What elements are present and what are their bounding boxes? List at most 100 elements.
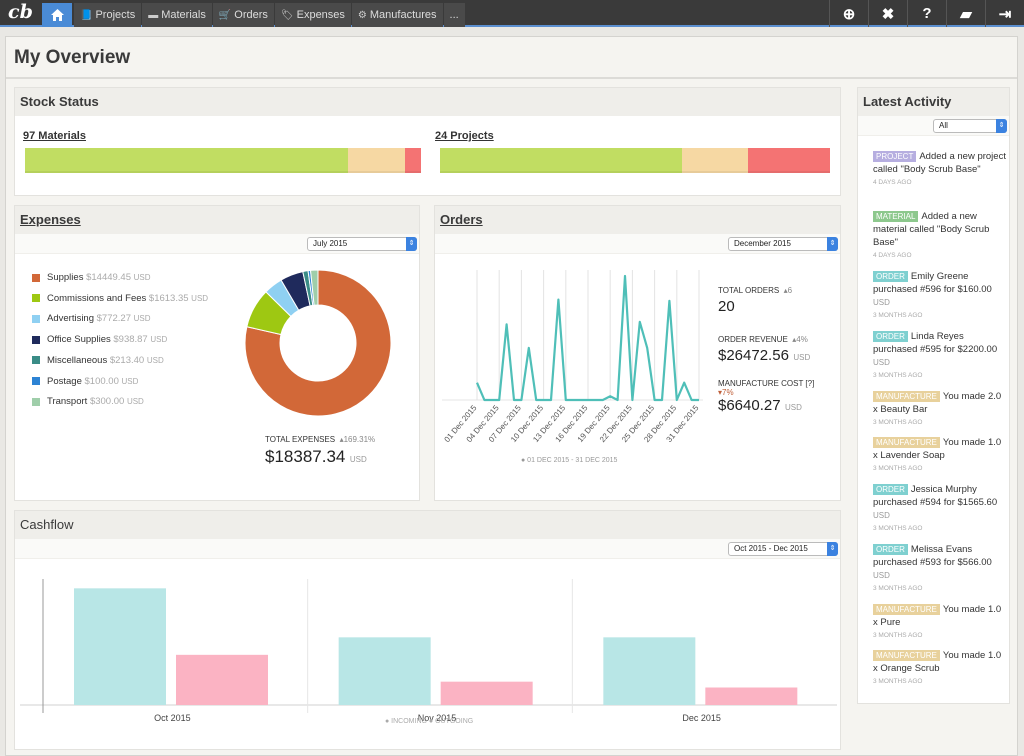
expense-legend-item: Miscellaneous $213.40 USD <box>32 355 164 366</box>
orders-point[interactable] <box>668 299 671 302</box>
nav-item-label: ... <box>449 9 459 21</box>
orders-point[interactable] <box>661 399 664 402</box>
add-button[interactable]: ⊕ <box>829 0 868 27</box>
expenses-period-value: July 2015 <box>313 239 348 248</box>
orders-point[interactable] <box>476 381 479 384</box>
app-logo[interactable]: cb <box>8 1 40 25</box>
orders-point[interactable] <box>498 399 501 402</box>
activity-timestamp: 3 MONTHS AGO <box>873 525 923 532</box>
activity-item[interactable]: MANUFACTURE You made 1.0 x Pure 3 MONTHS A… <box>873 603 1008 641</box>
cashflow-title: Cashflow <box>15 511 840 539</box>
order-revenue-label: ORDER REVENUE <box>718 335 788 344</box>
orders-period-select[interactable]: December 2015 ⇕ <box>728 237 838 251</box>
nav-item-more[interactable]: ... <box>443 3 465 27</box>
activity-text: MANUFACTURE You made 1.0 x Orange Scrub <box>873 649 1008 675</box>
manufactures-icon: ⚙ <box>357 9 367 21</box>
activity-item[interactable]: MANUFACTURE You made 1.0 x Orange Scrub 3 … <box>873 649 1008 687</box>
orders-point[interactable] <box>542 399 545 402</box>
orders-panel: Orders December 2015 ⇕ 01 Dec 2015 04 Dec… <box>434 205 841 501</box>
tools-button[interactable]: ✖ <box>868 0 907 27</box>
activity-item[interactable]: MANUFACTURE You made 2.0 x Beauty Bar 3 MO… <box>873 390 1008 428</box>
nav-item-projects[interactable]: 📘 Projects <box>74 3 142 27</box>
projects-segment <box>440 148 682 173</box>
activity-title: Latest Activity <box>858 88 1009 116</box>
orders-title[interactable]: Orders <box>440 212 483 227</box>
activity-item[interactable]: ORDER Melissa Evans purchased #593 for $5… <box>873 543 1008 594</box>
activity-item[interactable]: MATERIAL Added a new material called "Bod… <box>873 210 1008 261</box>
activity-filter-select[interactable]: All ⇕ <box>933 119 1007 133</box>
orders-point[interactable] <box>616 399 619 402</box>
orders-point[interactable] <box>550 399 553 402</box>
orders-point[interactable] <box>513 399 516 402</box>
activity-text: ORDER Linda Reyes purchased #595 for $220… <box>873 330 1008 369</box>
orders-point[interactable] <box>520 399 523 402</box>
orders-point[interactable] <box>527 346 530 349</box>
nav-item-label: Orders <box>234 9 268 21</box>
expenses-period-select[interactable]: July 2015 ⇕ <box>307 237 417 251</box>
orders-point[interactable] <box>594 399 597 402</box>
orders-point[interactable] <box>631 399 634 402</box>
category-name: Transport <box>47 396 88 408</box>
activity-item[interactable]: PROJECT Added a new project called "Body … <box>873 150 1008 188</box>
bar-incoming-nov-2015[interactable] <box>338 637 431 705</box>
orders-point[interactable] <box>624 275 627 278</box>
orders-point[interactable] <box>535 399 538 402</box>
logout-button[interactable]: ⇥ <box>985 0 1024 27</box>
orders-point[interactable] <box>572 399 575 402</box>
orders-point[interactable] <box>557 298 560 301</box>
orders-point[interactable] <box>579 399 582 402</box>
activity-text: MANUFACTURE You made 2.0 x Beauty Bar <box>873 390 1008 416</box>
category-amount: $1613.35 <box>148 292 189 304</box>
materials-icon: ▬ <box>148 9 159 21</box>
orders-point[interactable] <box>587 399 590 402</box>
help-button[interactable]: ? <box>907 0 946 27</box>
orders-point[interactable] <box>653 399 656 402</box>
activity-item[interactable]: ORDER Linda Reyes purchased #595 for $220… <box>873 330 1008 381</box>
activity-text: ORDER Melissa Evans purchased #593 for $5… <box>873 543 1008 582</box>
projects-link[interactable]: 24 Projects <box>435 130 494 142</box>
materials-link[interactable]: 97 Materials <box>23 130 86 142</box>
category-amount: $938.87 <box>113 334 148 346</box>
orders-point[interactable] <box>564 399 567 402</box>
orders-point[interactable] <box>601 399 604 402</box>
orders-point[interactable] <box>609 395 612 398</box>
activity-timestamp: 3 MONTHS AGO <box>873 419 923 426</box>
total-expenses-value: $18387.34 <box>265 447 346 466</box>
activity-item[interactable]: ORDER Jessica Murphy purchased #594 for $… <box>873 483 1008 534</box>
cashflow-period-select[interactable]: Oct 2015 - Dec 2015 ⇕ <box>728 542 838 556</box>
orders-point[interactable] <box>490 399 493 402</box>
tools-icon: ✖ <box>881 5 895 23</box>
expenses-title[interactable]: Expenses <box>20 212 81 227</box>
orders-point[interactable] <box>483 399 486 402</box>
currency: USD <box>121 376 139 386</box>
bar-outgoing-oct-2015[interactable] <box>176 654 268 705</box>
orders-point[interactable] <box>675 399 678 402</box>
chat-button[interactable]: ▰ <box>946 0 985 27</box>
activity-item[interactable]: ORDER Emily Greene purchased #596 for $16… <box>873 270 1008 321</box>
legend-incoming: ● INCOMING <box>385 718 427 725</box>
orders-point[interactable] <box>690 399 693 402</box>
activity-badge-order: ORDER <box>873 331 908 342</box>
orders-point[interactable] <box>646 346 649 349</box>
nav-item-expenses[interactable]: 🏷 Expenses <box>274 3 351 27</box>
bar-incoming-oct-2015[interactable] <box>74 588 166 705</box>
nav-item-materials[interactable]: ▬ Materials <box>142 3 212 27</box>
bar-outgoing-dec-2015[interactable] <box>705 687 798 706</box>
materials-segment <box>404 148 421 173</box>
manufacture-cost-delta: ▾7% <box>718 388 734 397</box>
activity-item[interactable]: MANUFACTURE You made 1.0 x Lavender Soap 3… <box>873 436 1008 474</box>
manufacture-cost-label: MANUFACTURE COST [?] <box>718 379 815 388</box>
projects-icon: 📘 <box>80 9 93 21</box>
bar-incoming-dec-2015[interactable] <box>603 637 696 705</box>
orders-point[interactable] <box>698 399 701 402</box>
nav-item-orders[interactable]: 🛒 Orders <box>212 3 274 27</box>
select-arrows-icon: ⇕ <box>996 119 1007 133</box>
orders-point[interactable] <box>638 320 641 323</box>
bar-outgoing-nov-2015[interactable] <box>440 681 533 705</box>
nav-item-manufactures[interactable]: ⚙ Manufactures <box>351 3 443 27</box>
orders-point[interactable] <box>505 323 508 326</box>
total-expenses: TOTAL EXPENSES ▴169.31% $18387.34 USD <box>265 429 375 467</box>
nav-home-button[interactable] <box>42 3 72 27</box>
orders-icon: 🛒 <box>218 9 232 21</box>
orders-point[interactable] <box>683 381 686 384</box>
